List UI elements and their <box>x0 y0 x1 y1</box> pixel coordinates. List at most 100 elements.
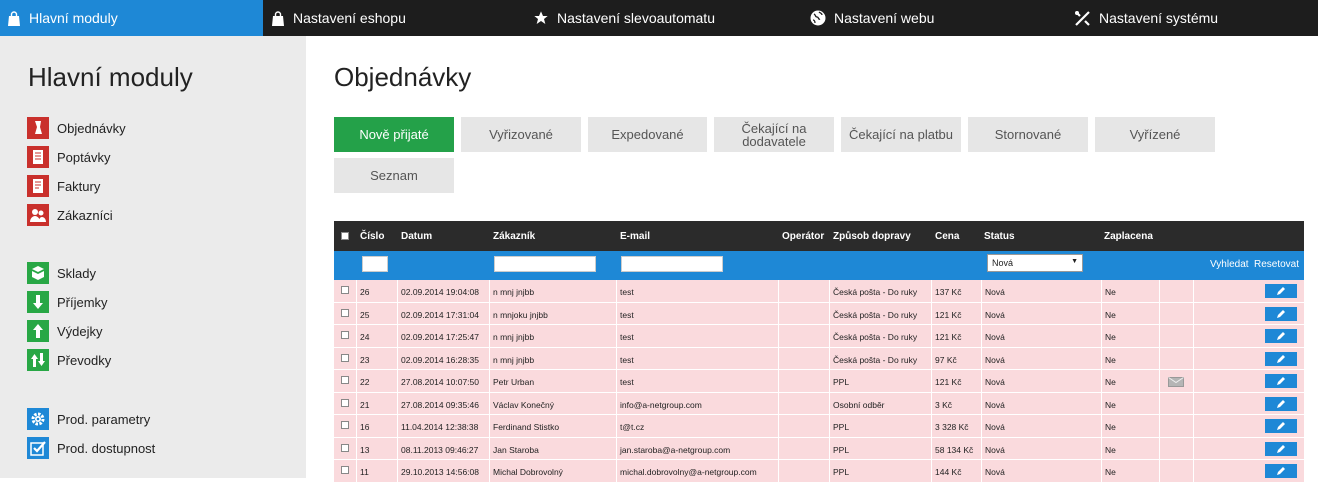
pencil-icon <box>1277 287 1285 295</box>
column-divider <box>489 325 490 347</box>
sidebar-item-objednavky[interactable]: Objednávky <box>27 117 126 139</box>
column-divider <box>1159 325 1160 347</box>
edit-button[interactable] <box>1265 396 1297 411</box>
tab-nastaveni-eshopu[interactable]: Nastavení eshopu <box>263 0 533 36</box>
table-row[interactable]: 24 02.09.2014 17:25:47 n mnj jnjbb test Česk… <box>334 325 1304 348</box>
cell-customer: n mnjoku jnjbb <box>493 309 548 320</box>
sidebar-item-prevodky[interactable]: Převodky <box>27 349 111 371</box>
column-divider <box>829 392 830 414</box>
cell-price: 97 Kč <box>935 354 957 365</box>
select-all-checkbox[interactable] <box>341 232 349 240</box>
table-row[interactable]: 21 27.08.2014 09:35:46 Václav Konečný info@… <box>334 392 1304 415</box>
filter-vyrizene[interactable]: Vyřízené <box>1095 117 1215 152</box>
row-checkbox[interactable] <box>341 376 349 384</box>
tab-hlavni-moduly[interactable]: Hlavní moduly <box>0 0 263 36</box>
edit-button[interactable] <box>1265 306 1297 321</box>
column-divider <box>931 280 932 302</box>
column-divider <box>397 325 398 347</box>
table-row[interactable]: 16 11.04.2014 12:38:38 Ferdinand Stistko t@… <box>334 415 1304 438</box>
filter-expedovane[interactable]: Expedované <box>588 117 707 152</box>
sidebar-item-vydejky[interactable]: Výdejky <box>27 320 103 342</box>
table-row[interactable]: 11 29.10.2013 14:56:08 Michal Dobrovolný mi… <box>334 460 1304 483</box>
column-divider <box>829 370 830 392</box>
column-divider <box>616 280 617 302</box>
filter-cekajici-na-platbu[interactable]: Čekající na platbu <box>841 117 961 152</box>
filter-vyrizovane[interactable]: Vyřizované <box>461 117 581 152</box>
cell-customer: n mnj jnjbb <box>493 332 535 342</box>
filter-stornovane[interactable]: Stornované <box>968 117 1088 152</box>
sidebar-item-prod-dostupnost[interactable]: Prod. dostupnost <box>27 437 155 459</box>
column-divider <box>1159 415 1160 437</box>
column-divider <box>1101 392 1102 414</box>
column-divider <box>829 325 830 347</box>
column-divider <box>931 370 932 392</box>
cell-paid: Ne <box>1105 332 1116 342</box>
envelope-icon[interactable] <box>1168 377 1184 387</box>
edit-button[interactable] <box>1265 374 1297 388</box>
row-checkbox[interactable] <box>341 353 349 362</box>
row-checkbox[interactable] <box>341 443 349 452</box>
table-row[interactable]: 25 02.09.2014 17:31:04 n mnjoku jnjbb test Č… <box>334 302 1304 325</box>
shopping-bag-icon <box>272 10 284 26</box>
column-divider <box>981 325 982 347</box>
column-divider <box>616 437 617 459</box>
cell-status: Nová <box>985 399 1005 410</box>
tab-nastaveni-systemu[interactable]: Nastavení systému <box>1074 0 1304 36</box>
sidebar-item-poptavky[interactable]: Poptávky <box>27 146 110 168</box>
reset-link[interactable]: Resetovat <box>1254 259 1299 270</box>
tab-nastaveni-slevoautomatu[interactable]: Nastavení slevoautomatu <box>533 0 810 36</box>
sidebar-item-zakaznici[interactable]: Zákazníci <box>27 204 113 226</box>
column-divider <box>356 302 357 324</box>
tab-nastaveni-webu[interactable]: Nastavení webu <box>810 0 1074 36</box>
column-divider <box>778 302 779 324</box>
pencil-icon <box>1277 467 1285 475</box>
edit-button[interactable] <box>1265 441 1297 456</box>
search-link[interactable]: Vyhledat <box>1210 259 1249 270</box>
filter-seznam[interactable]: Seznam <box>334 158 454 193</box>
column-divider <box>931 460 932 482</box>
filter-email-input[interactable] <box>621 256 723 272</box>
filter-zakaznik-input[interactable] <box>494 256 596 272</box>
column-divider <box>829 302 830 324</box>
column-divider <box>1193 347 1194 369</box>
row-checkbox[interactable] <box>341 331 349 339</box>
row-checkbox[interactable] <box>341 466 349 474</box>
column-divider <box>981 347 982 369</box>
row-checkbox[interactable] <box>341 421 349 429</box>
row-checkbox[interactable] <box>341 286 349 294</box>
sidebar-item-label: Prod. dostupnost <box>57 440 156 456</box>
column-divider <box>489 415 490 437</box>
column-divider <box>778 460 779 482</box>
filter-cislo-input[interactable] <box>362 256 388 272</box>
column-divider <box>1193 460 1194 482</box>
status-select[interactable]: Nová <box>987 254 1083 272</box>
cell-status: Nová <box>985 377 1005 387</box>
edit-button[interactable] <box>1265 419 1297 433</box>
pencil-icon <box>1277 422 1285 430</box>
row-checkbox[interactable] <box>341 308 349 317</box>
table-row[interactable]: 23 02.09.2014 16:28:35 n mnj jnjbb test Česk… <box>334 347 1304 370</box>
table-row[interactable]: 26 02.09.2014 19:04:08 n mnj jnjbb test Česk… <box>334 280 1304 303</box>
cell-status: Nová <box>985 422 1005 432</box>
row-checkbox[interactable] <box>341 398 349 407</box>
cell-paid: Ne <box>1105 354 1116 365</box>
sidebar-item-sklady[interactable]: Sklady <box>27 262 96 284</box>
column-divider <box>1101 370 1102 392</box>
header-cena: Cena <box>935 231 960 242</box>
edit-button[interactable] <box>1265 284 1297 298</box>
sidebar-item-prijemky[interactable]: Příjemky <box>27 291 108 313</box>
column-divider <box>1159 392 1160 414</box>
filter-nove-prijate[interactable]: Nově přijaté <box>334 117 454 152</box>
column-divider <box>931 415 932 437</box>
edit-button[interactable] <box>1265 351 1297 366</box>
table-row[interactable]: 13 08.11.2013 09:46:27 Jan Staroba jan.star… <box>334 437 1304 460</box>
cell-price: 3 Kč <box>935 399 953 410</box>
sidebar-item-faktury[interactable]: Faktury <box>27 175 100 197</box>
edit-button[interactable] <box>1265 464 1297 478</box>
sidebar-item-prod-parametry[interactable]: Prod. parametry <box>27 408 150 430</box>
edit-button[interactable] <box>1265 329 1297 343</box>
table-row[interactable]: 22 27.08.2014 10:07:50 Petr Urban test PPL 12… <box>334 370 1304 393</box>
cell-id: 11 <box>360 467 369 477</box>
header-status: Status <box>984 231 1015 242</box>
filter-cekajici-na-dodavatele[interactable]: Čekající na dodavatele <box>714 117 834 152</box>
